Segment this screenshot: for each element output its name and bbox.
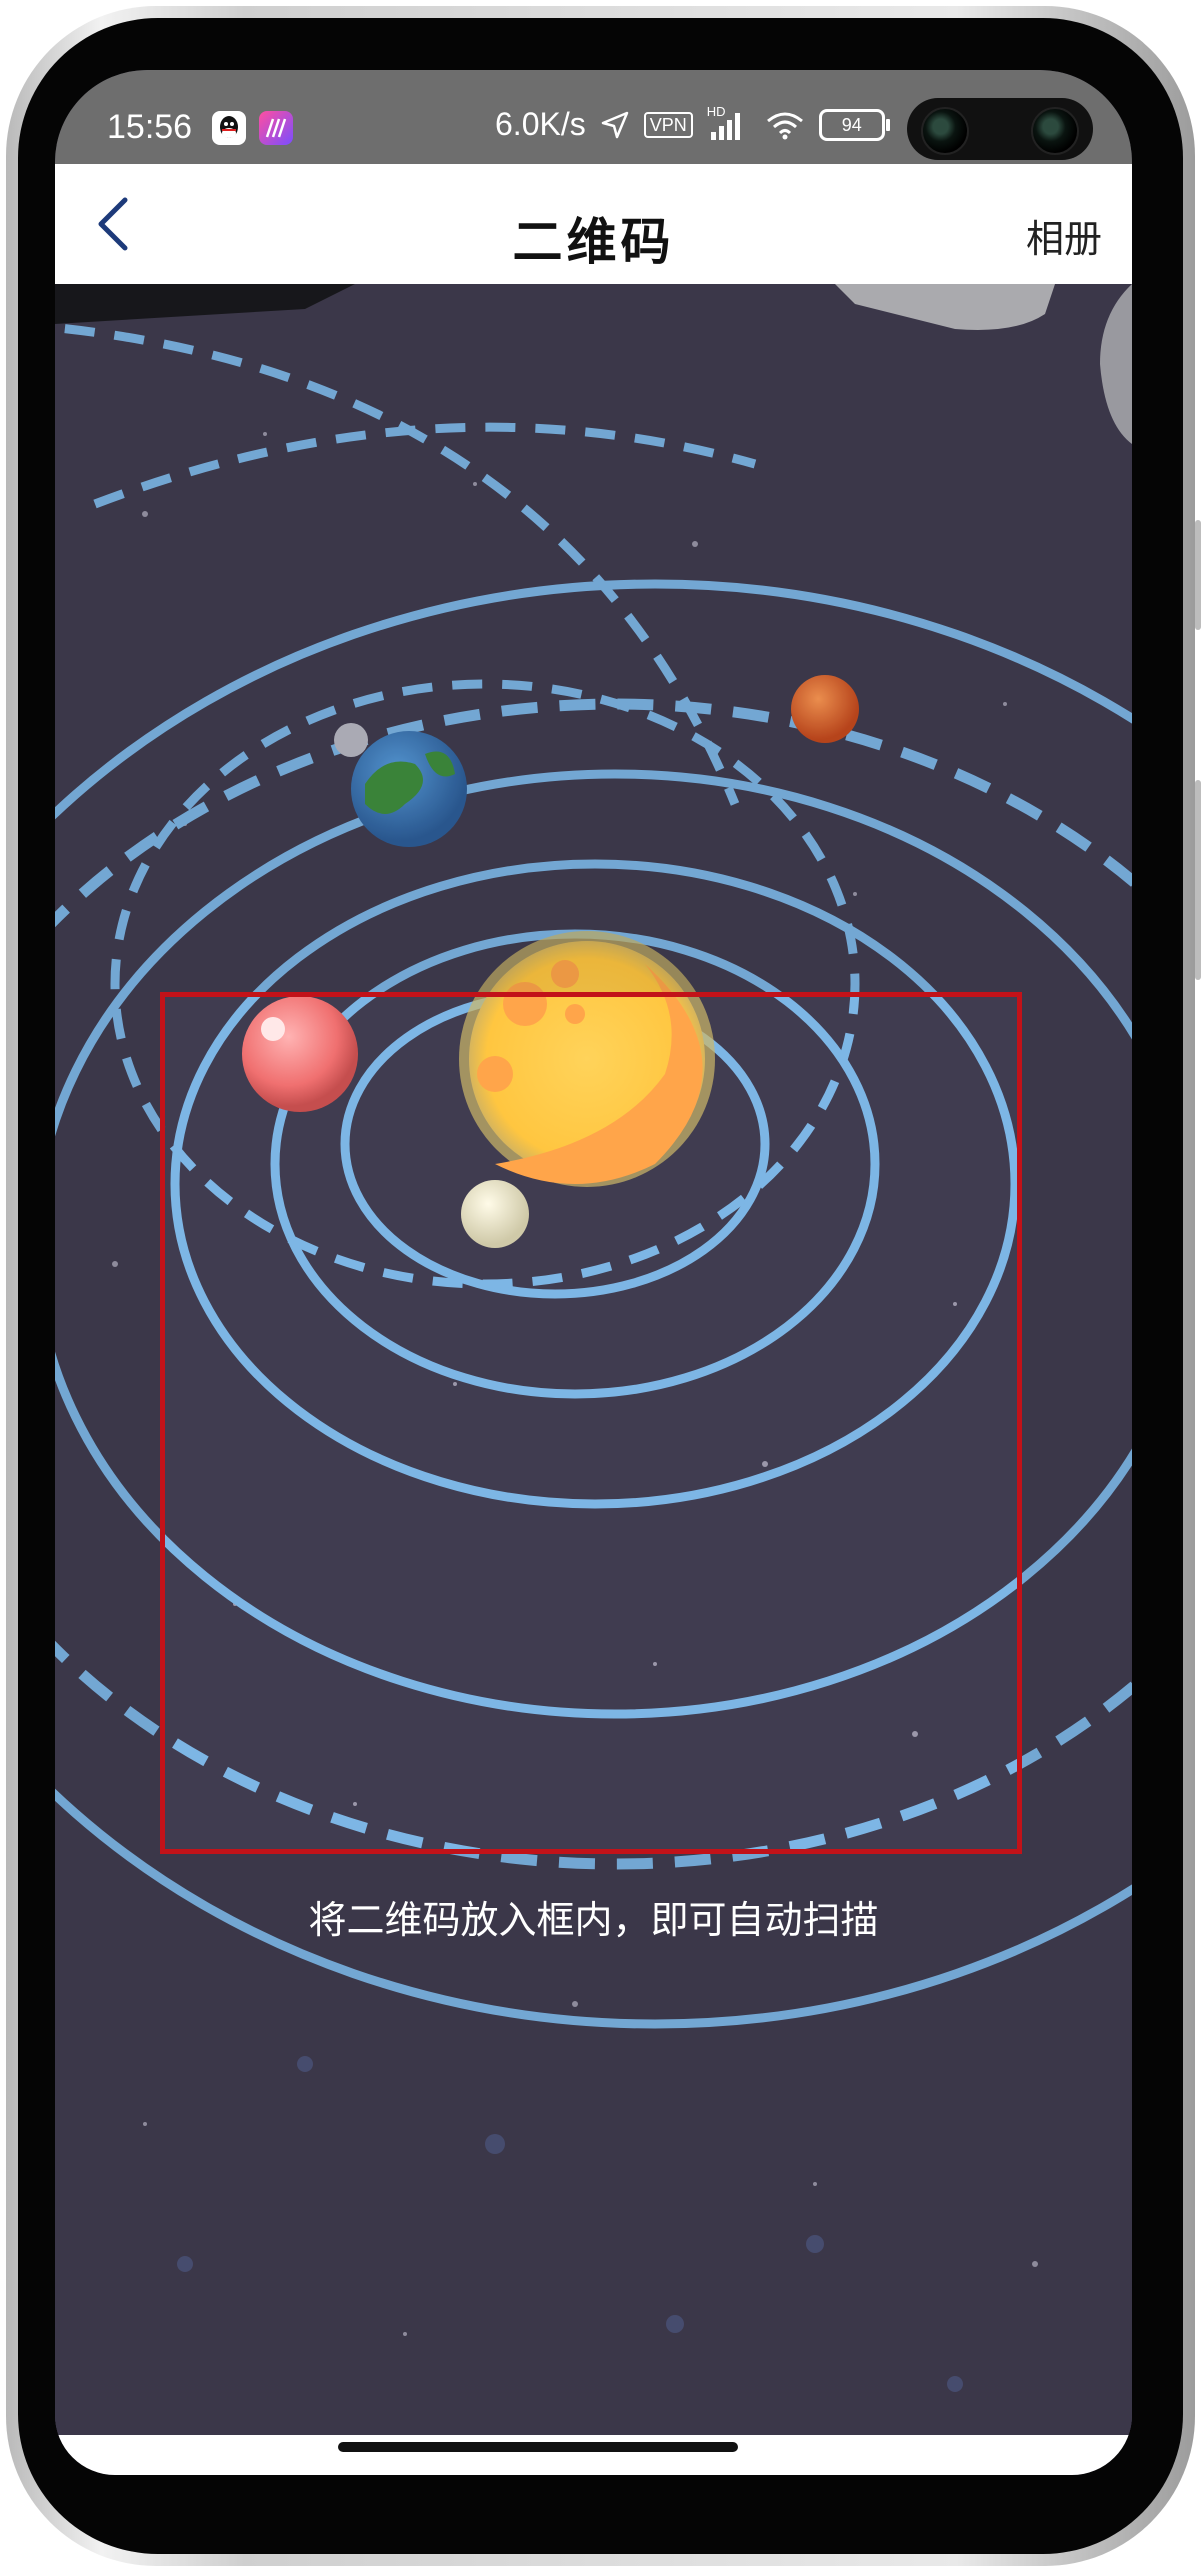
scan-hint: 将二维码放入框内，即可自动扫描 [308, 1898, 879, 1942]
signal-icon: HD [707, 104, 751, 142]
camera-lens-icon [1031, 107, 1079, 155]
front-cameras [907, 98, 1093, 160]
location-arrow-icon [601, 111, 628, 138]
page-title: 二维码 [512, 213, 675, 271]
nav-bar: 二维码 相册 [55, 164, 1132, 284]
camera-lens-icon [921, 107, 969, 155]
qq-icon [212, 111, 246, 145]
wifi-icon [766, 112, 803, 139]
home-indicator[interactable] [338, 2442, 738, 2452]
power-button [1195, 780, 1201, 980]
phone-frame: 15:56 6.0K/s VPN HD 94 二维码 相册 将二维码放入框内，即… [0, 0, 1201, 2572]
scan-frame [160, 992, 1022, 1854]
network-speed: 6.0K/s [495, 106, 586, 142]
battery-icon: 94 [818, 108, 890, 141]
album-button[interactable]: 相册 [1026, 208, 1102, 263]
camera-viewfinder: 将二维码放入框内，即可自动扫描 [55, 284, 1132, 2444]
screen: 15:56 6.0K/s VPN HD 94 二维码 相册 将二维码放入框内，即… [55, 70, 1132, 2475]
bottom-bar [55, 2435, 1132, 2475]
battery-level: 94 [841, 114, 862, 135]
photo-app-icon [259, 111, 293, 145]
vpn-badge: VPN [643, 111, 693, 138]
volume-button [1195, 520, 1201, 630]
status-bar: 15:56 6.0K/s VPN HD 94 [55, 70, 1132, 164]
status-time: 15:56 [107, 108, 193, 146]
status-right: 6.0K/s VPN HD 94 [495, 104, 890, 143]
